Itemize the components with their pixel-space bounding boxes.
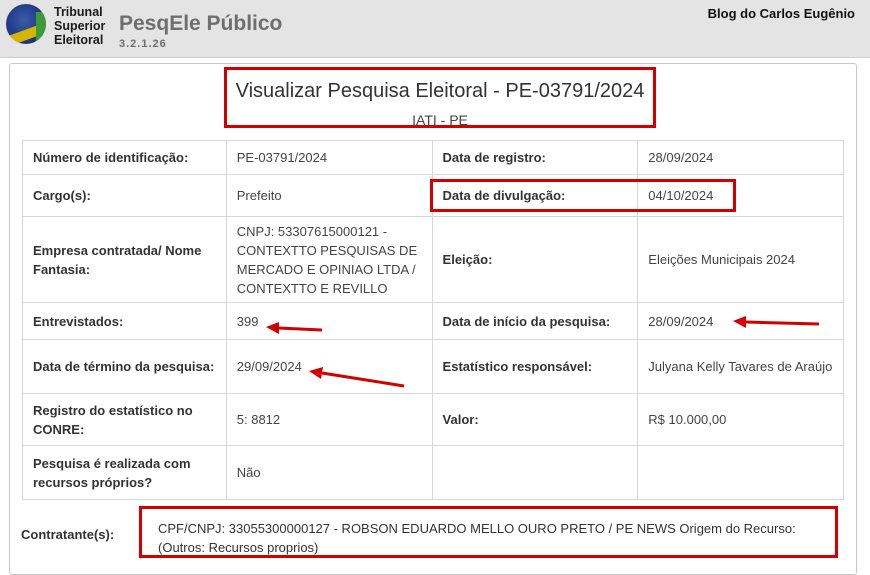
logo-line-1: Tribunal (54, 5, 103, 19)
table-row: Data de término da pesquisa: 29/09/2024 … (22, 339, 844, 394)
registration-date-value: 28/09/2024 (637, 140, 844, 175)
election-value: Eleições Municipais 2024 (637, 216, 844, 303)
end-date-value: 29/09/2024 (225, 339, 433, 394)
statistician-value: Julyana Kelly Tavares de Araújo (637, 339, 844, 394)
title-highlight-box: Visualizar Pesquisa Eleitoral - PE-03791… (224, 67, 656, 128)
app-title[interactable]: PesqEle Público (119, 12, 282, 36)
registration-date-label: Data de registro: (431, 140, 639, 175)
office-label: Cargo(s): (22, 174, 227, 217)
id-value: PE-03791/2024 (225, 140, 433, 175)
release-date-highlight (430, 179, 736, 212)
tse-logo-icon (6, 4, 46, 44)
app-header: Tribunal Superior Eleitoral PesqEle Públ… (0, 0, 870, 58)
start-date-label: Data de início da pesquisa: (431, 302, 639, 340)
table-row: Entrevistados: 399 Data de início da pes… (22, 302, 844, 340)
app-version: 3.2.1.26 (119, 38, 167, 50)
own-resources-value: Não (225, 445, 433, 500)
table-row: Registro do estatístico no CONRE: 5: 881… (22, 393, 844, 446)
election-label: Eleição: (431, 216, 639, 303)
end-date-label: Data de término da pesquisa: (22, 339, 227, 394)
office-value: Prefeito (225, 174, 433, 217)
interviewees-label: Entrevistados: (22, 302, 227, 340)
page-title: Visualizar Pesquisa Eleitoral - PE-03791… (235, 80, 645, 102)
logo-line-3: Eleitoral (54, 33, 104, 47)
statistician-label: Estatístico responsável: (431, 339, 639, 394)
page-subtitle: IATI - PE (412, 112, 468, 128)
contractor-label: Contratante(s): (21, 527, 115, 542)
conre-label: Registro do estatístico no CONRE: (22, 393, 227, 446)
start-date-value: 28/09/2024 (637, 302, 844, 340)
empty-cell (431, 445, 639, 500)
amount-label: Valor: (431, 393, 639, 446)
contractor-value: CPF/CNPJ: 33055300000127 - ROBSON EDUARD… (139, 506, 838, 558)
own-resources-label: Pesquisa é realizada com recursos própri… (22, 445, 227, 500)
table-row: Número de identificação: PE-03791/2024 D… (22, 140, 844, 175)
amount-value: R$ 10.000,00 (637, 393, 844, 446)
conre-value: 5: 8812 (225, 393, 433, 446)
table-row: Pesquisa é realizada com recursos própri… (22, 445, 844, 500)
company-label: Empresa contratada/ Nome Fantasia: (22, 216, 227, 303)
blog-credit: Blog do Carlos Eugênio (707, 6, 855, 21)
logo-line-2: Superior (54, 19, 106, 33)
interviewees-value: 399 (225, 302, 433, 340)
company-value: CNPJ: 53307615000121 - CONTEXTTO PESQUIS… (225, 216, 433, 303)
tse-logo-text: Tribunal Superior Eleitoral (54, 5, 105, 47)
id-label: Número de identificação: (22, 140, 227, 175)
table-row: Empresa contratada/ Nome Fantasia: CNPJ:… (22, 216, 844, 303)
empty-cell (637, 445, 844, 500)
